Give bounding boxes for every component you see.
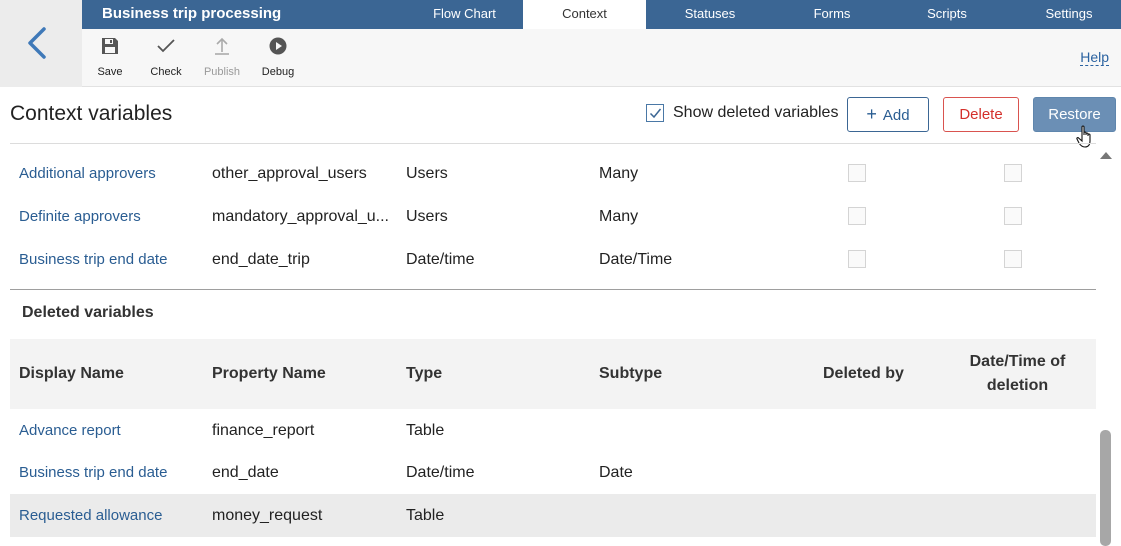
variable-property-name: end_date_trip: [212, 251, 310, 268]
tab-scripts[interactable]: Scripts: [892, 0, 1002, 29]
table-row[interactable]: Advance report finance_report Table: [10, 409, 1096, 452]
show-deleted-label: Show deleted variables: [673, 104, 839, 121]
debug-button[interactable]: Debug: [250, 35, 306, 78]
column-header-date-time[interactable]: Date/Time of deletion: [955, 350, 1080, 398]
toolbar: Save Check Publish Debug Help: [82, 29, 1121, 87]
back-button[interactable]: [0, 0, 82, 87]
show-deleted-toggle[interactable]: Show deleted variables: [646, 104, 838, 122]
deleted-type: Date/time: [406, 464, 475, 481]
deleted-section-title: Deleted variables: [22, 304, 154, 321]
publish-button[interactable]: Publish: [194, 35, 250, 78]
deleted-display-name[interactable]: Advance report: [19, 409, 204, 452]
publish-icon: [215, 37, 229, 55]
restore-button[interactable]: Restore: [1033, 97, 1116, 132]
variable-subtype: Many: [599, 208, 639, 225]
save-button[interactable]: Save: [82, 35, 138, 78]
deleted-display-name[interactable]: Requested allowance: [19, 494, 204, 537]
check-label: Check: [150, 66, 182, 78]
check-button[interactable]: Check: [138, 35, 194, 78]
publish-label: Publish: [203, 66, 241, 78]
table-row[interactable]: Business trip end date end_date_trip Dat…: [10, 238, 1096, 281]
variable-subtype: Date/Time: [599, 251, 673, 268]
column-header-property-name[interactable]: Property Name: [212, 339, 392, 409]
tab-statuses[interactable]: Statuses: [650, 0, 770, 29]
scrollbar-thumb[interactable]: [1100, 430, 1111, 546]
column-header-subtype[interactable]: Subtype: [599, 339, 779, 409]
tab-flow-chart[interactable]: Flow Chart: [407, 0, 522, 29]
row-checkbox[interactable]: [1004, 164, 1022, 182]
help-link[interactable]: Help: [1080, 50, 1109, 66]
save-icon: [102, 38, 118, 54]
tab-settings[interactable]: Settings: [1017, 0, 1121, 29]
row-checkbox[interactable]: [848, 250, 866, 268]
variable-display-name[interactable]: Business trip end date: [19, 238, 204, 281]
row-checkbox[interactable]: [1004, 207, 1022, 225]
table-row[interactable]: Definite approvers mandatory_approval_u.…: [10, 195, 1096, 238]
delete-button[interactable]: Delete: [943, 97, 1019, 132]
row-checkbox[interactable]: [1004, 250, 1022, 268]
back-arrow-icon: [28, 27, 46, 59]
column-header-display-name[interactable]: Display Name: [19, 339, 204, 409]
row-checkbox[interactable]: [848, 207, 866, 225]
table-row[interactable]: Business trip end date end_date Date/tim…: [10, 451, 1096, 494]
tab-context[interactable]: Context: [523, 0, 646, 29]
debug-label: Debug: [261, 66, 295, 78]
plus-icon: +: [866, 104, 877, 124]
variable-display-name[interactable]: Additional approvers: [19, 152, 204, 195]
deleted-property-name: money_request: [212, 507, 323, 524]
deleted-property-name: end_date: [212, 464, 279, 481]
app-title: Business trip processing: [102, 5, 282, 22]
debug-icon: [269, 37, 287, 55]
tab-forms[interactable]: Forms: [772, 0, 892, 29]
add-button[interactable]: + Add: [847, 97, 929, 132]
deleted-type: Table: [406, 507, 445, 524]
variable-subtype: Many: [599, 165, 639, 182]
checkbox-checked-icon: [649, 108, 662, 119]
deleted-property-name: finance_report: [212, 422, 315, 439]
row-checkbox[interactable]: [848, 164, 866, 182]
show-deleted-checkbox[interactable]: [646, 104, 664, 122]
page-title: Context variables: [10, 102, 173, 125]
add-label: Add: [882, 107, 910, 124]
section-divider: [10, 289, 1096, 290]
variables-table: Additional approvers other_approval_user…: [10, 143, 1096, 546]
deleted-display-name[interactable]: Business trip end date: [19, 451, 204, 494]
table-row-selected[interactable]: Requested allowance money_request Table: [10, 494, 1096, 537]
table-row[interactable]: Additional approvers other_approval_user…: [10, 152, 1096, 195]
variable-type: Users: [406, 165, 448, 182]
variable-display-name[interactable]: Definite approvers: [19, 195, 204, 238]
check-icon: [157, 39, 175, 53]
deleted-type: Table: [406, 422, 445, 439]
top-bar: Business trip processing Flow Chart Cont…: [82, 0, 1121, 29]
column-header-type[interactable]: Type: [406, 339, 586, 409]
scroll-up-icon[interactable]: [1099, 150, 1113, 160]
column-header-deleted-by[interactable]: Deleted by: [823, 339, 943, 409]
deleted-table-header: Display Name Property Name Type Subtype …: [10, 339, 1096, 409]
variable-type: Users: [406, 208, 448, 225]
save-label: Save: [97, 66, 123, 78]
variable-type: Date/time: [406, 251, 475, 268]
variable-property-name: other_approval_users: [212, 165, 367, 182]
variable-property-name: mandatory_approval_u...: [212, 208, 389, 225]
deleted-subtype: Date: [599, 464, 633, 481]
